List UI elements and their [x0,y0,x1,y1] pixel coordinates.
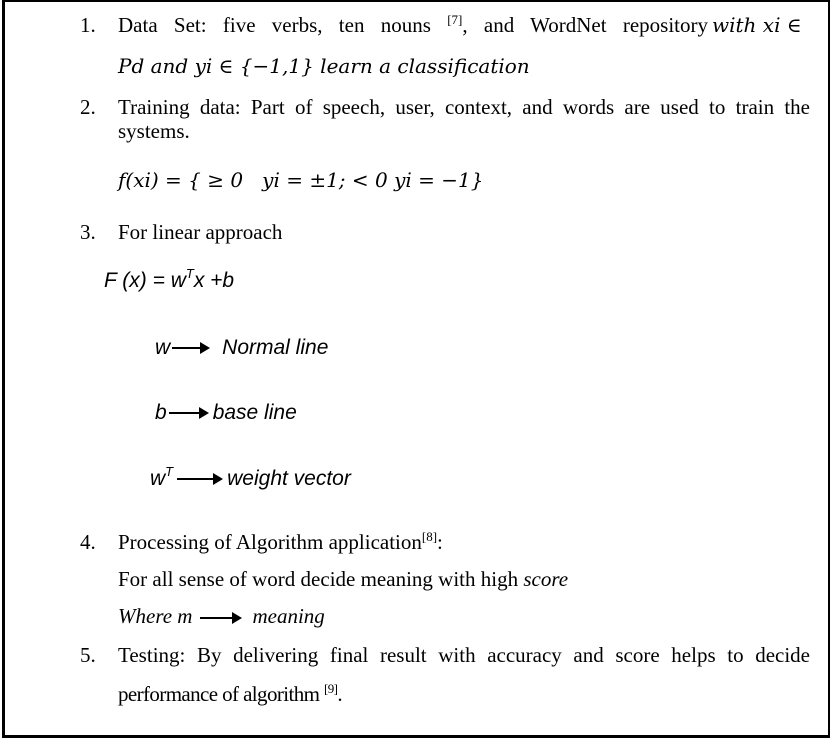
item-5-text-cont: performance of algorithm [118,682,324,706]
definition-row: bweight vectorbase line [155,402,297,423]
item-2-text-cont: systems. [118,119,190,143]
definition-symbol: w [155,336,171,359]
definition-symbol: w [150,467,166,490]
definition-row: wT weight vector [150,465,351,490]
item-1-text-after: , and WordNet repository [462,13,709,37]
arrow-right-icon [200,612,243,625]
formula-lhs: F (x) = w [104,269,186,292]
item-1-ref: [7] [447,12,463,27]
definition-symbol-sup: T [165,464,174,479]
item-4-text: Processing of Algorithm application[8]: [118,529,443,554]
item-5-text: Testing: By delivering final result with… [118,643,810,667]
item-3-number: 3. [80,220,96,244]
item-4-score: score [523,567,569,591]
item-4-where: Where m [118,604,193,628]
item-4-desc: For all sense of word decide meaning wit… [118,567,524,591]
item-4-line2: For all sense of word decide meaning wit… [118,569,568,590]
item-4-ref: [8] [421,529,438,544]
item-1-number: 1. [80,13,96,37]
definition-row: w Normal line [155,337,328,358]
definition-symbol: b [155,401,167,424]
formula-rhs: x +b [193,269,235,292]
item-2-formula: f(xi) = { ≥ 0 yi = ±1; < 0 yi = −1} [118,168,484,192]
item-3-formula: F (x) = wTx +b [104,267,235,292]
item-2-text: Training data: Part of speech, user, con… [118,95,810,119]
item-4-colon: : [437,530,443,554]
item-1-line1: Data Set: five verbs, ten nouns [7], and… [118,12,709,37]
item-1-math-b: Pd and yi ∈ {−1,1} learn a classificatio… [118,54,530,78]
item-5-number: 5. [80,643,96,667]
definition-meaning: Normal line [222,336,329,359]
item-4-line3: Where m meaning [118,606,325,627]
arrow-right-icon [168,407,209,420]
definition-meaning: weight vector [227,467,351,490]
item-4-meaning: meaning [252,604,325,628]
item-4-number: 4. [80,530,96,554]
formula-sup: T [185,266,194,281]
item-1-math-a: with xi ∈ [712,13,802,37]
item-2-number: 2. [80,95,96,119]
definition-meaning: base line [212,401,297,424]
item-3-text: For linear approach [118,220,283,244]
item-4-heading: Processing of Algorithm application [118,530,422,554]
item-5-line1: Testing: By delivering final result with… [118,645,810,666]
arrow-right-icon [172,342,211,355]
arrow-right-icon [177,473,224,486]
item-5-line2: performance of algorithm [9]. [118,681,343,706]
item-5-period: . [337,682,343,706]
item-1-text: Data Set: five verbs, ten nouns [118,13,448,37]
item-5-ref: [9] [324,681,338,696]
item-2-line1: Training data: Part of speech, user, con… [118,97,810,118]
